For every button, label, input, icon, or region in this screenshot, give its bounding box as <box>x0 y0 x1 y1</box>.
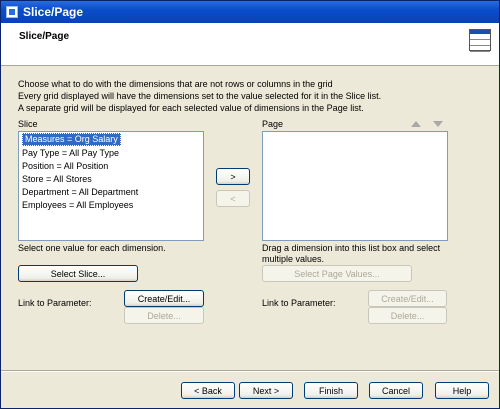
move-down-arrow-icon[interactable] <box>433 121 443 127</box>
slice-label: Slice <box>18 119 38 129</box>
grid-layout-icon <box>469 29 491 52</box>
list-item[interactable]: Store = All Stores <box>19 173 203 186</box>
help-button[interactable]: Help <box>435 382 489 399</box>
list-item[interactable]: Pay Type = All Pay Type <box>19 147 203 160</box>
back-button[interactable]: < Back <box>181 382 235 399</box>
list-item[interactable]: Measures = Org Salary <box>19 132 203 147</box>
page-listbox[interactable] <box>262 131 448 241</box>
instructions-line: A separate grid will be displayed for ea… <box>18 103 364 113</box>
instructions: Choose what to do with the dimensions th… <box>18 78 488 114</box>
page-link-label: Link to Parameter: <box>262 298 336 308</box>
list-item[interactable]: Position = All Position <box>19 160 203 173</box>
select-slice-button[interactable]: Select Slice... <box>18 265 138 282</box>
slice-listbox[interactable]: Measures = Org Salary Pay Type = All Pay… <box>18 131 204 241</box>
footer-divider <box>1 370 499 372</box>
move-up-arrow-icon[interactable] <box>411 121 421 127</box>
slice-page-dialog: Slice/Page Slice/Page Choose what to do … <box>0 0 500 409</box>
title-bar[interactable]: Slice/Page <box>1 1 499 23</box>
page-delete-button[interactable]: Delete... <box>368 307 447 324</box>
wizard-header: Slice/Page <box>1 23 499 66</box>
page-title: Slice/Page <box>19 31 70 42</box>
page-hint: Drag a dimension into this list box and … <box>262 243 441 253</box>
list-item[interactable]: Department = All Department <box>19 186 203 199</box>
move-to-slice-button[interactable]: < <box>216 190 250 207</box>
finish-button[interactable]: Finish <box>304 382 358 399</box>
page-hint-line2: multiple values. <box>262 254 325 264</box>
slice-link-label: Link to Parameter: <box>18 298 92 308</box>
cancel-button[interactable]: Cancel <box>369 382 423 399</box>
page-label: Page <box>262 119 284 129</box>
slice-delete-button[interactable]: Delete... <box>124 307 204 324</box>
window-title: Slice/Page <box>23 5 84 19</box>
move-to-page-button[interactable]: > <box>216 168 250 185</box>
list-item[interactable]: Employees = All Employees <box>19 199 203 212</box>
select-page-values-button[interactable]: Select Page Values... <box>262 265 412 282</box>
app-icon <box>6 6 18 18</box>
instructions-line: Every grid displayed will have the dimen… <box>18 91 382 101</box>
slice-create-edit-button[interactable]: Create/Edit... <box>124 290 204 307</box>
next-button[interactable]: Next > <box>239 382 293 399</box>
instructions-line: Choose what to do with the dimensions th… <box>18 79 333 89</box>
slice-hint: Select one value for each dimension. <box>18 243 166 253</box>
page-create-edit-button[interactable]: Create/Edit... <box>368 290 447 307</box>
